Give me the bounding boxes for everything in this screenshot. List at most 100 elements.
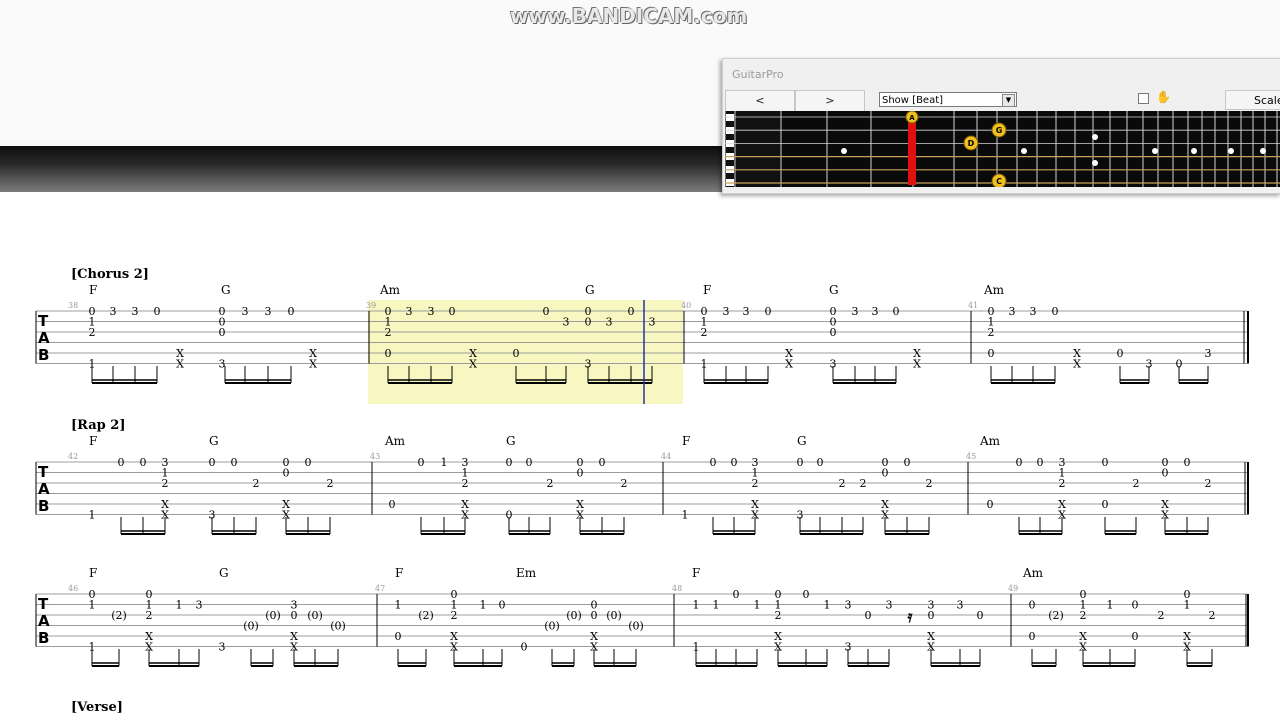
tab-clef-b: B (38, 346, 49, 364)
tab-note: 3 (428, 305, 435, 318)
tab-note: 2 (752, 477, 759, 490)
tab-note: 0 (526, 456, 533, 469)
tab-note: 3 (886, 599, 893, 612)
tab-note: 2 (1133, 477, 1140, 490)
tab-note: (0) (330, 620, 346, 633)
measure-number: 41 (968, 301, 978, 310)
tab-note: 2 (451, 609, 458, 622)
tab-note: 0 (710, 456, 717, 469)
tab-note: 0 (1052, 305, 1059, 318)
tab-note: 1 (176, 599, 183, 612)
tab-note: 0 (449, 305, 456, 318)
tab-note: 3 (1205, 347, 1212, 360)
tab-note: 2 (926, 477, 933, 490)
tab-note: 0 (599, 456, 606, 469)
tab-note: 2 (1059, 477, 1066, 490)
tab-clef-b: B (38, 629, 49, 647)
tab-note: 0 (231, 456, 238, 469)
tab-note: 1 (713, 599, 720, 612)
tab-note: 0 (628, 305, 635, 318)
tab-note: X (309, 358, 317, 371)
measure-number: 38 (68, 301, 78, 310)
tab-note: 2 (162, 477, 169, 490)
tab-note: 1 (682, 509, 689, 522)
tab-note: 0 (506, 456, 513, 469)
tab-note: 3 (957, 599, 964, 612)
tab-note: 1 (441, 456, 448, 469)
tab-note: 0 (765, 305, 772, 318)
tab-note: 3 (1009, 305, 1016, 318)
tab-note: 3 (743, 305, 750, 318)
tab-note: 0 (882, 467, 889, 480)
tab-clef-a: A (38, 329, 50, 347)
tab-note: 0 (1029, 630, 1036, 643)
tab-note: 0 (499, 599, 506, 612)
tab-note: 0 (209, 456, 216, 469)
tab-note: 0 (1132, 599, 1139, 612)
tab-note: 0 (1184, 456, 1191, 469)
tab-note: 2 (462, 477, 469, 490)
measure-number: 42 (68, 452, 78, 461)
tab-clef-a: A (38, 480, 50, 498)
tab-note: 0 (283, 467, 290, 480)
tab-note: 2 (775, 609, 782, 622)
tab-note: 2 (621, 477, 628, 490)
tab-note: 2 (385, 326, 392, 339)
tab-note: (0) (307, 609, 323, 622)
tab-note: 0 (1102, 456, 1109, 469)
tab-note: 0 (1016, 456, 1023, 469)
tab-note: (0) (544, 620, 560, 633)
tab-note: 0 (543, 305, 550, 318)
tab-note: 0 (797, 456, 804, 469)
tab-note: 0 (418, 456, 425, 469)
tab-note: 0 (1029, 599, 1036, 612)
tab-note: 2 (1158, 609, 1165, 622)
tab-note: 0 (830, 326, 837, 339)
tablature-score[interactable]: 38 39 40 41 42 43 44 45 46 47 48 49 T A … (0, 0, 1280, 720)
tab-clef-t: T (38, 595, 49, 613)
tab-note: 2 (89, 326, 96, 339)
tab-note: 2 (1209, 609, 1216, 622)
tab-note: 2 (860, 477, 867, 490)
tab-note: 0 (731, 456, 738, 469)
measure-number: 39 (366, 301, 376, 310)
tab-note: 2 (253, 477, 260, 490)
tab-note: 0 (395, 630, 402, 643)
tab-note: X (913, 358, 921, 371)
tab-note: 3 (852, 305, 859, 318)
tab-note: 0 (140, 456, 147, 469)
tab-note: 0 (513, 347, 520, 360)
tab-note: 3 (1030, 305, 1037, 318)
tab-note: 1 (1107, 599, 1114, 612)
tab-note: 3 (219, 641, 226, 654)
tab-note: (2) (1048, 609, 1064, 622)
tab-note: 0 (219, 326, 226, 339)
tab-clef-t: T (38, 312, 49, 330)
tab-note: 0 (577, 467, 584, 480)
tab-note: 3 (242, 305, 249, 318)
tab-note: 2 (839, 477, 846, 490)
measure-number: 48 (672, 584, 682, 593)
tab-note: 0 (118, 456, 125, 469)
tab-note: (0) (628, 620, 644, 633)
measure-number: 44 (661, 452, 671, 461)
tab-note: (0) (606, 609, 622, 622)
tab-note: 0 (904, 456, 911, 469)
tab-note: 0 (288, 305, 295, 318)
tab-note: 1 (480, 599, 487, 612)
measure-number: 45 (966, 452, 976, 461)
tab-note: 0 (988, 347, 995, 360)
tab-clef-a: A (38, 612, 50, 630)
tab-note: 0 (865, 609, 872, 622)
tab-note: 0 (1102, 498, 1109, 511)
tab-note: 0 (977, 609, 984, 622)
playback-highlight (368, 300, 683, 404)
tab-note: 0 (893, 305, 900, 318)
tab-note: 0 (154, 305, 161, 318)
tab-note: 0 (389, 498, 396, 511)
tab-note: 2 (988, 326, 995, 339)
tab-note: 3 (132, 305, 139, 318)
tab-note: 0 (1162, 467, 1169, 480)
tab-note: 3 (219, 358, 226, 371)
tab-note: 0 (1037, 456, 1044, 469)
